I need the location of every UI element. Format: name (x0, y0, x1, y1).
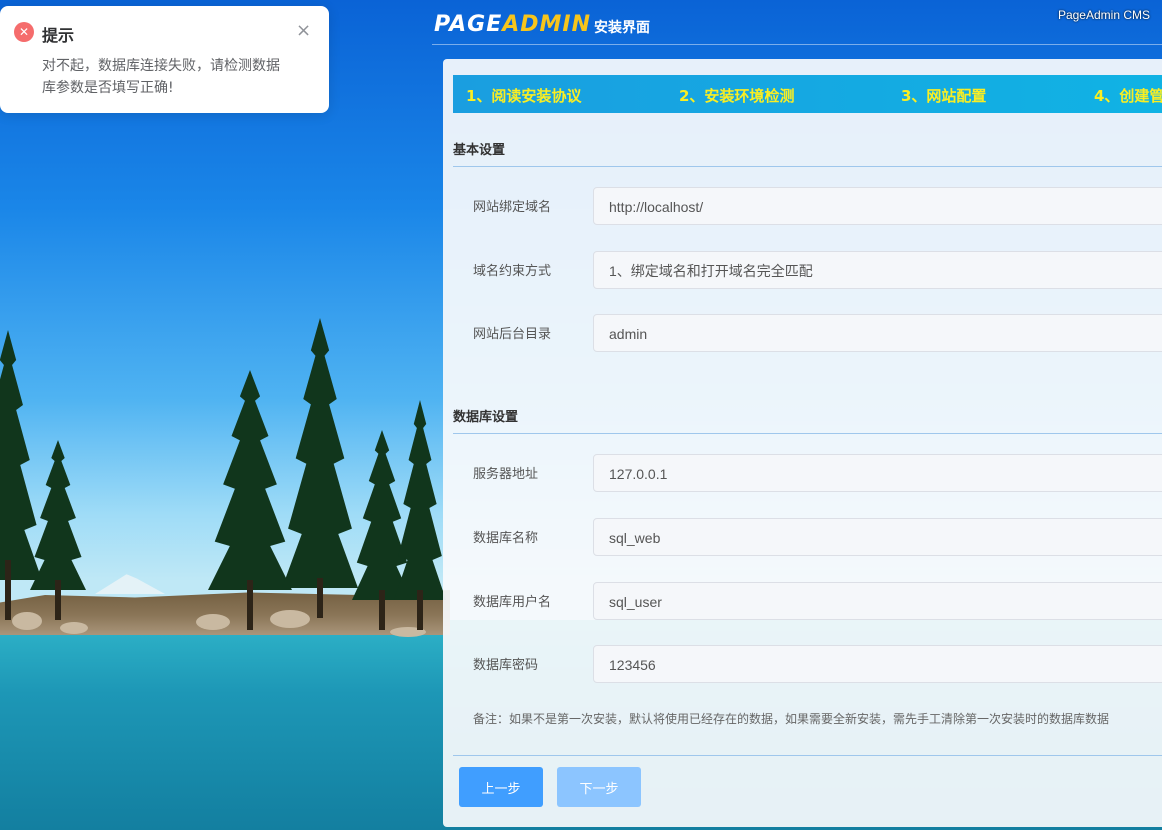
database-settings-title: 数据库设置 (453, 410, 519, 425)
divider (453, 166, 1162, 167)
db-password-label: 数据库密码 (473, 658, 539, 673)
rock (60, 622, 88, 634)
rock (270, 610, 310, 628)
prev-step-button[interactable]: 上一步 (459, 767, 543, 807)
brand-label: PageAdmin CMS (1057, 8, 1150, 22)
basic-settings-title: 基本设置 (453, 143, 506, 158)
install-header: PAGEADMIN 安装界面 PageAdmin CMS (432, 8, 1162, 45)
pageadmin-logo: PAGEADMIN (434, 12, 591, 37)
server-input[interactable]: 127.0.0.1 (593, 454, 1162, 492)
db-name-input[interactable]: sql_web (593, 518, 1162, 556)
error-notification: ✕ 提示 × 对不起，数据库连接失败，请检测数据库参数是否填写正确! (0, 6, 329, 113)
notification-title: 提示 (42, 26, 75, 45)
divider (453, 433, 1162, 434)
db-user-label: 数据库用户名 (473, 595, 552, 610)
step-create-admin: 4、创建管 (1094, 87, 1162, 105)
domain-input[interactable]: http://localhost/ (593, 187, 1162, 225)
admin-dir-input[interactable]: admin (593, 314, 1162, 352)
domain-label: 网站绑定域名 (473, 200, 552, 215)
logo-subtitle: 安装界面 (594, 20, 650, 36)
close-icon[interactable]: × (296, 20, 311, 41)
db-password-input[interactable]: 123456 (593, 645, 1162, 683)
error-icon: ✕ (14, 22, 34, 42)
server-label: 服务器地址 (473, 467, 539, 482)
db-name-label: 数据库名称 (473, 531, 539, 546)
step-bar: 1、阅读安装协议 2、安装环境检测 3、网站配置 4、创建管 (453, 75, 1162, 113)
divider (453, 755, 1162, 756)
logo-page-text: PAGE (434, 12, 503, 37)
rock (12, 612, 42, 630)
domain-match-select[interactable]: 1、绑定域名和打开域名完全匹配 (593, 251, 1162, 289)
notification-message: 对不起，数据库连接失败，请检测数据库参数是否填写正确! (42, 58, 280, 96)
step-read-agreement: 1、阅读安装协议 (466, 87, 582, 105)
next-step-button[interactable]: 下一步 (557, 767, 641, 807)
domain-match-label: 域名约束方式 (473, 264, 552, 279)
db-user-input[interactable]: sql_user (593, 582, 1162, 620)
rock (196, 614, 230, 630)
install-note: 备注：如果不是第一次安装，默认将使用已经存在的数据，如果需要全新安装，需先手工清… (473, 712, 1110, 726)
step-env-check: 2、安装环境检测 (679, 87, 795, 105)
mountain (95, 574, 165, 594)
admin-dir-label: 网站后台目录 (473, 327, 552, 342)
config-panel: 1、阅读安装协议 2、安装环境检测 3、网站配置 4、创建管 基本设置 网站绑定… (443, 59, 1162, 827)
step-site-config: 3、网站配置 (901, 87, 987, 105)
logo-admin-text: ADMIN (502, 12, 591, 37)
